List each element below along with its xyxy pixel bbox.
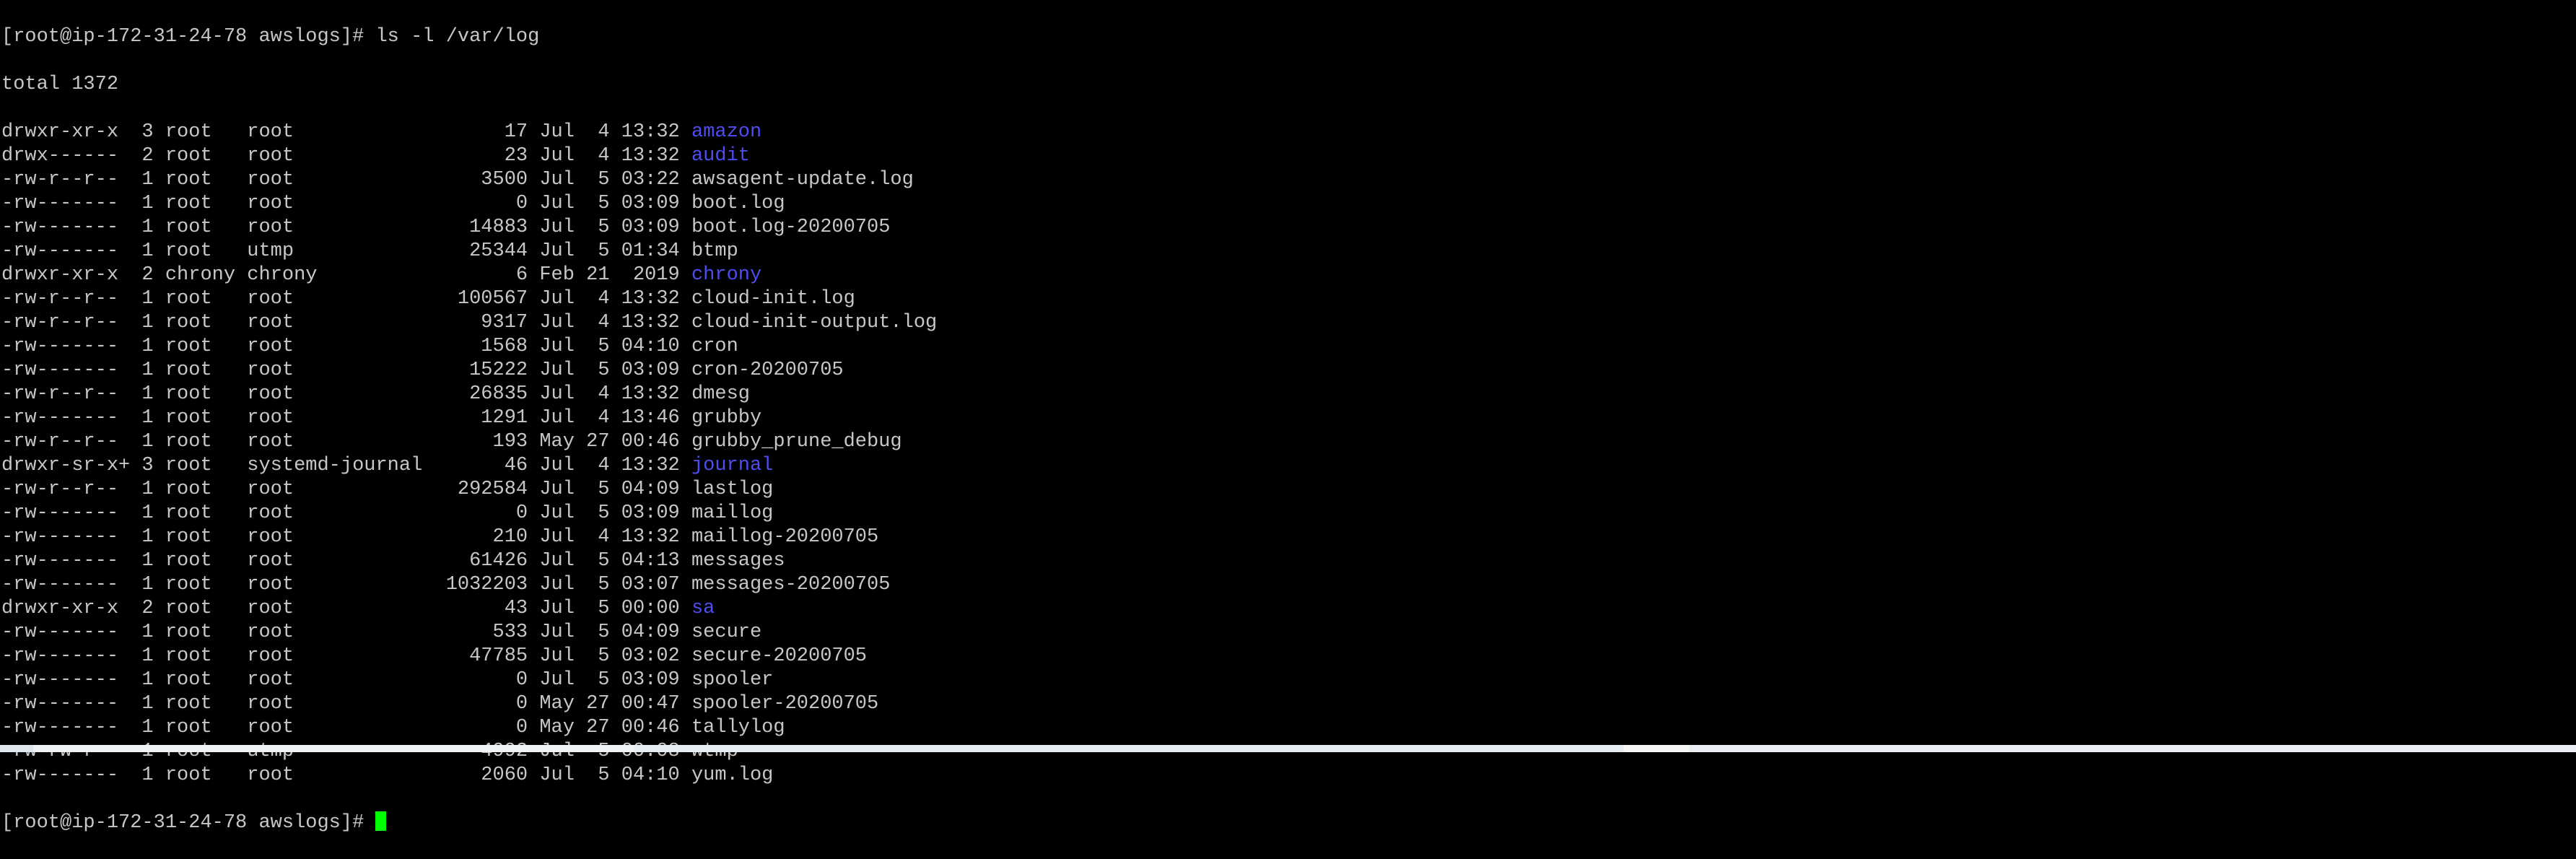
file-meta: -rw------- 1 root root 1032203 Jul 5 03:…	[1, 574, 691, 596]
file-meta: -rw------- 1 root root 0 Jul 5 03:09	[1, 502, 691, 524]
file-meta: -rw------- 1 root root 533 Jul 5 04:09	[1, 622, 691, 643]
file-meta: -rw------- 1 root root 0 Jul 5 03:09	[1, 669, 691, 691]
file-meta: -rw-r--r-- 1 root root 100567 Jul 4 13:3…	[1, 288, 691, 310]
listing-row: -rw------- 1 root root 533 Jul 5 04:09 s…	[1, 621, 2576, 645]
file-meta: drwxr-xr-x 2 chrony chrony 6 Feb 21 2019	[1, 264, 691, 286]
listing-row: -rw------- 1 root root 0 Jul 5 03:09 mai…	[1, 502, 2576, 526]
listing-row: -rw------- 1 root root 1568 Jul 5 04:10 …	[1, 335, 2576, 359]
file-meta: -rw------- 1 root root 210 Jul 4 13:32	[1, 526, 691, 548]
file-meta: drwxr-xr-x 2 root root 43 Jul 5 00:00	[1, 598, 691, 619]
file-meta: drwxr-sr-x+ 3 root systemd-journal 46 Ju…	[1, 455, 691, 476]
listing-row: drwxr-sr-x+ 3 root systemd-journal 46 Ju…	[1, 454, 2576, 478]
listing-row: -rw------- 1 root utmp 25344 Jul 5 01:34…	[1, 240, 2576, 263]
file-name: grubby_prune_debug	[691, 431, 902, 453]
file-name: maillog	[691, 502, 774, 524]
listing-row: -rw------- 1 root root 0 May 27 00:47 sp…	[1, 692, 2576, 716]
listing-row: -rw-r--r-- 1 root root 3500 Jul 5 03:22 …	[1, 168, 2576, 192]
file-meta: -rw-r--r-- 1 root root 292584 Jul 5 04:0…	[1, 479, 691, 500]
listing-row: -rw------- 1 root root 61426 Jul 5 04:13…	[1, 549, 2576, 573]
directory-name: amazon	[691, 121, 762, 143]
file-meta: -rw------- 1 root root 61426 Jul 5 04:13	[1, 550, 691, 572]
file-meta: -rw------- 1 root root 1568 Jul 5 04:10	[1, 336, 691, 357]
file-meta: -rw------- 1 root root 15222 Jul 5 03:09	[1, 359, 691, 381]
file-name: grubby	[691, 407, 762, 429]
directory-name: audit	[691, 145, 750, 167]
file-name: boot.log	[691, 193, 785, 214]
file-meta: -rw------- 1 root root 0 Jul 5 03:09	[1, 193, 691, 214]
file-name: secure	[691, 622, 762, 643]
listing-row: drwx------ 2 root root 23 Jul 4 13:32 au…	[1, 144, 2576, 168]
listing-row: -rw------- 1 root root 15222 Jul 5 03:09…	[1, 359, 2576, 383]
file-name: spooler-20200705	[691, 693, 879, 715]
file-meta: drwx------ 2 root root 23 Jul 4 13:32	[1, 145, 691, 167]
strip-segment	[0, 745, 33, 752]
file-meta: -rw-r--r-- 1 root root 26835 Jul 4 13:32	[1, 383, 691, 405]
terminal-window[interactable]: [root@ip-172-31-24-78 awslogs]# ls -l /v…	[0, 0, 2576, 834]
file-name: cloud-init-output.log	[691, 312, 938, 333]
file-meta: -rw------- 1 root root 0 May 27 00:47	[1, 693, 691, 715]
file-meta: -rw-r--r-- 1 root root 3500 Jul 5 03:22	[1, 169, 691, 191]
listing-row: -rw------- 1 root root 210 Jul 4 13:32 m…	[1, 526, 2576, 549]
listing: drwxr-xr-x 3 root root 17 Jul 4 13:32 am…	[1, 121, 2576, 788]
listing-row: -rw------- 1 root root 0 Jul 5 03:09 spo…	[1, 668, 2576, 692]
listing-row: -rw-r--r-- 1 root root 9317 Jul 4 13:32 …	[1, 311, 2576, 335]
file-name: cron	[691, 336, 738, 357]
file-name: maillog-20200705	[691, 526, 879, 548]
listing-row: -rw------- 1 root root 1032203 Jul 5 03:…	[1, 573, 2576, 597]
file-name: btmp	[691, 240, 738, 262]
file-name: awsagent-update.log	[691, 169, 914, 191]
file-meta: -rw------- 1 root root 47785 Jul 5 03:02	[1, 645, 691, 667]
file-name: lastlog	[691, 479, 774, 500]
listing-row: drwxr-xr-x 3 root root 17 Jul 4 13:32 am…	[1, 121, 2576, 144]
file-name: messages	[691, 550, 785, 572]
file-name: cron-20200705	[691, 359, 844, 381]
file-meta: -rw------- 1 root utmp 25344 Jul 5 01:34	[1, 240, 691, 262]
listing-row: -rw------- 1 root root 2060 Jul 5 04:10 …	[1, 764, 2576, 788]
prompt-line[interactable]: [root@ip-172-31-24-78 awslogs]#	[1, 811, 2576, 835]
strip-segment	[634, 745, 1624, 752]
file-name: messages-20200705	[691, 574, 891, 596]
file-meta: -rw-r--r-- 1 root root 9317 Jul 4 13:32	[1, 312, 691, 333]
directory-name: chrony	[691, 264, 762, 286]
listing-row: -rw-r--r-- 1 root root 193 May 27 00:46 …	[1, 430, 2576, 454]
strip-segment	[1690, 745, 2576, 752]
file-name: secure-20200705	[691, 645, 868, 667]
file-meta: -rw------- 1 root root 0 May 27 00:46	[1, 717, 691, 738]
directory-name: sa	[691, 598, 715, 619]
total-line: total 1372	[1, 74, 119, 95]
directory-name: journal	[691, 455, 774, 476]
strip-segment	[1624, 745, 1690, 752]
file-meta: drwxr-xr-x 3 root root 17 Jul 4 13:32	[1, 121, 691, 143]
file-name: cloud-init.log	[691, 288, 855, 310]
prompt-text: [root@ip-172-31-24-78 awslogs]#	[1, 812, 376, 834]
file-meta: -rw-r--r-- 1 root root 193 May 27 00:46	[1, 431, 691, 453]
file-name: dmesg	[691, 383, 750, 405]
file-meta: -rw------- 1 root root 14883 Jul 5 03:09	[1, 217, 691, 238]
listing-row: -rw------- 1 root root 0 May 27 00:46 ta…	[1, 716, 2576, 740]
command-line: [root@ip-172-31-24-78 awslogs]# ls -l /v…	[1, 26, 540, 48]
listing-row: drwxr-xr-x 2 chrony chrony 6 Feb 21 2019…	[1, 263, 2576, 287]
listing-row: -rw-r--r-- 1 root root 26835 Jul 4 13:32…	[1, 383, 2576, 406]
listing-row: -rw-r--r-- 1 root root 292584 Jul 5 04:0…	[1, 478, 2576, 502]
listing-row: drwxr-xr-x 2 root root 43 Jul 5 00:00 sa	[1, 597, 2576, 621]
file-name: yum.log	[691, 764, 774, 786]
file-name: boot.log-20200705	[691, 217, 891, 238]
bottom-strip	[0, 745, 2576, 752]
listing-row: -rw------- 1 root root 47785 Jul 5 03:02…	[1, 645, 2576, 668]
listing-row: -rw-r--r-- 1 root root 100567 Jul 4 13:3…	[1, 287, 2576, 311]
file-name: spooler	[691, 669, 774, 691]
listing-row: -rw------- 1 root root 1291 Jul 4 13:46 …	[1, 406, 2576, 430]
file-name: tallylog	[691, 717, 785, 738]
listing-row: -rw------- 1 root root 14883 Jul 5 03:09…	[1, 216, 2576, 240]
file-meta: -rw------- 1 root root 1291 Jul 4 13:46	[1, 407, 691, 429]
file-meta: -rw------- 1 root root 2060 Jul 5 04:10	[1, 764, 691, 786]
cursor-block	[375, 811, 387, 831]
strip-segment	[33, 745, 634, 752]
listing-row: -rw------- 1 root root 0 Jul 5 03:09 boo…	[1, 192, 2576, 216]
